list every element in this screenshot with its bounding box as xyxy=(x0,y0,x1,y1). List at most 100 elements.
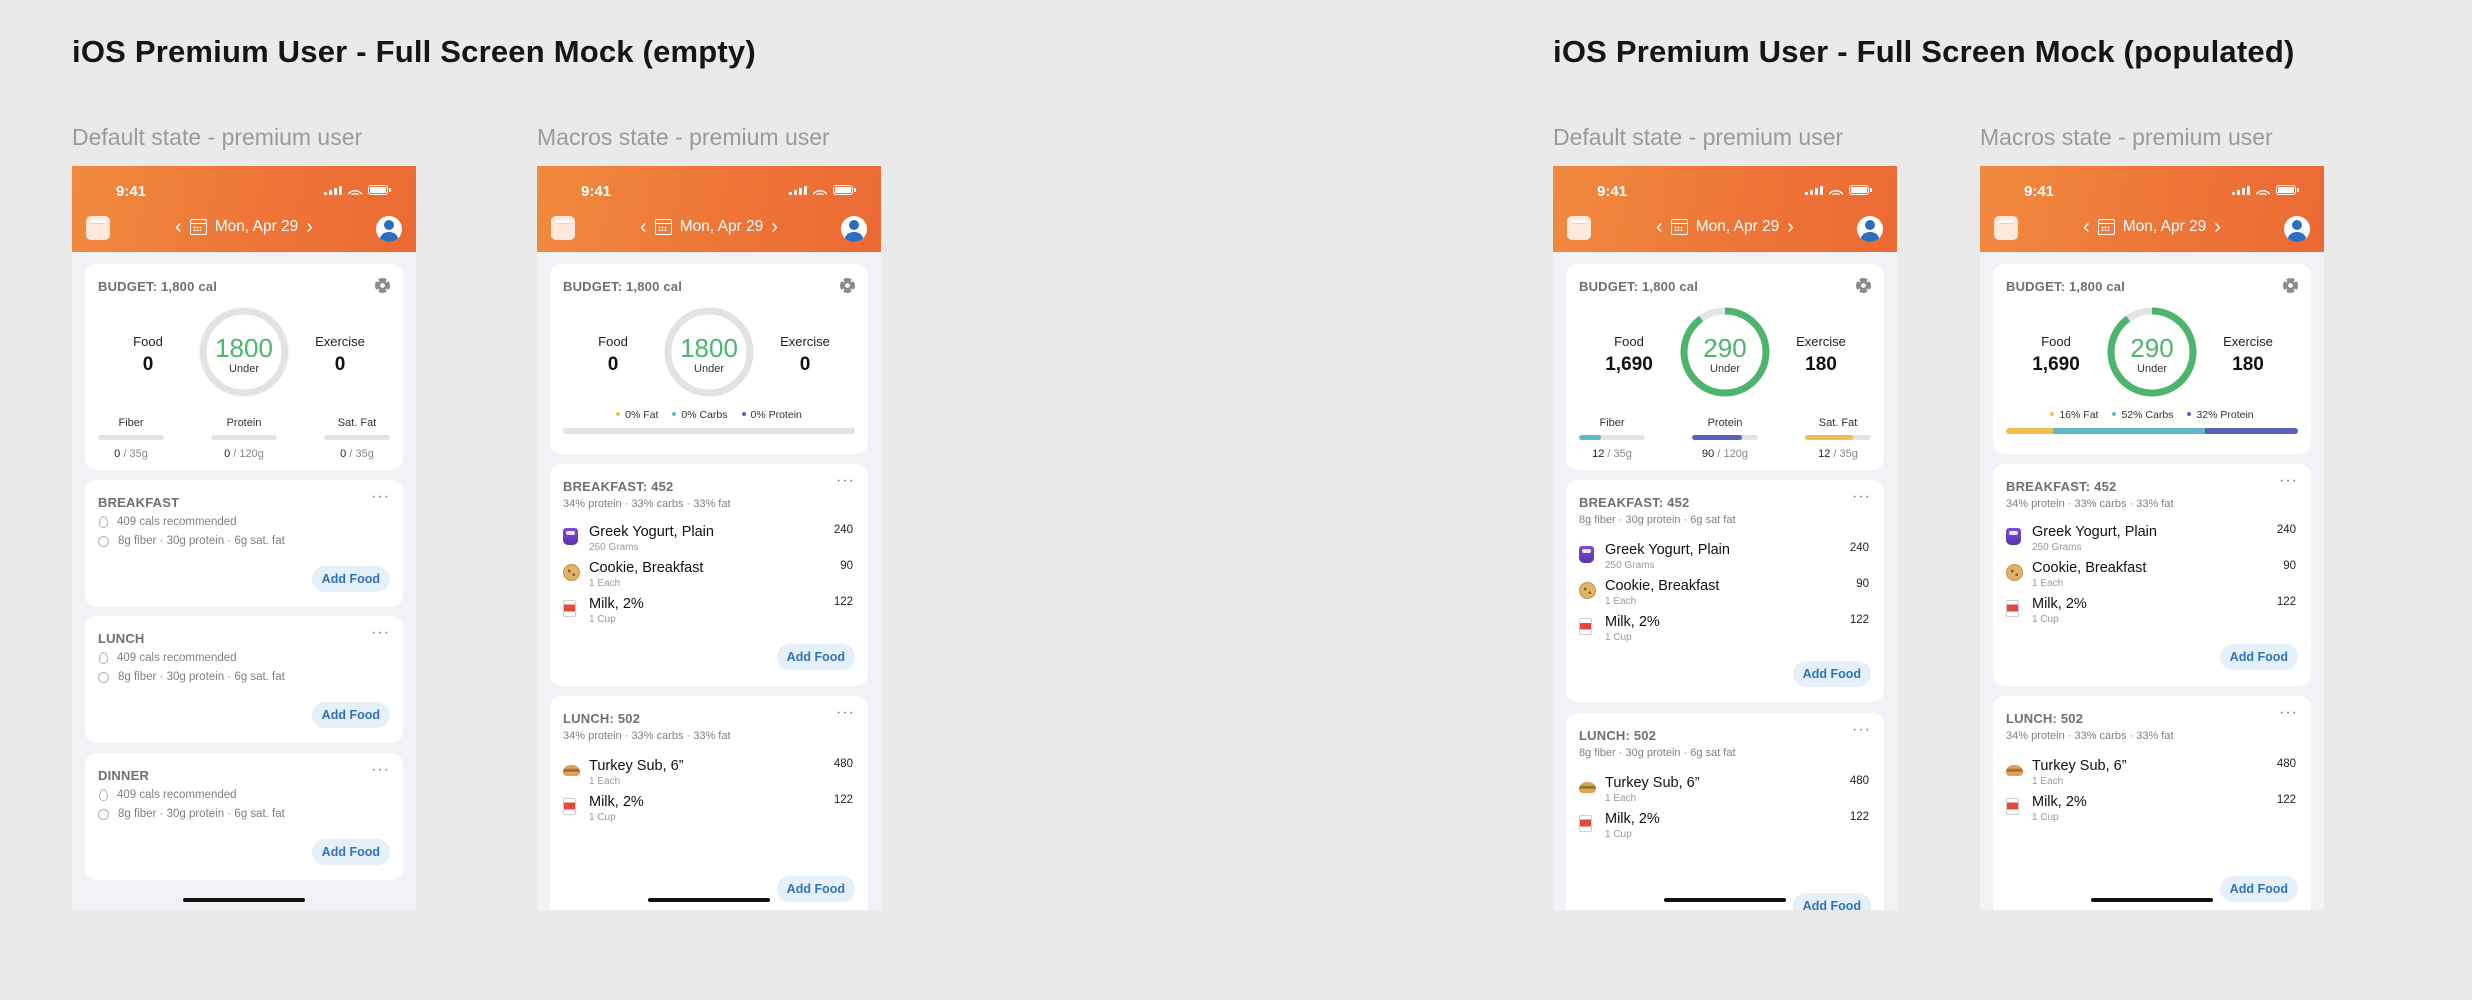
food-item[interactable]: Turkey Sub, 6” 1 Each 480 xyxy=(563,758,855,790)
more-options-icon[interactable]: ··· xyxy=(836,473,855,489)
carbs-legend: 0% Carbs xyxy=(672,409,728,421)
milk-icon xyxy=(563,600,576,617)
food-item[interactable]: Milk, 2% 1 Cup 122 xyxy=(563,794,855,826)
more-options-icon[interactable]: ··· xyxy=(371,625,390,641)
satfat-bar xyxy=(1805,435,1871,440)
chevron-left-icon[interactable]: ‹ xyxy=(175,217,182,237)
macro-bar xyxy=(2006,428,2298,434)
date-navigator: ‹ Mon, Apr 29 › xyxy=(537,217,881,237)
profile-avatar[interactable] xyxy=(2284,216,2310,242)
food-value: 1,690 xyxy=(1605,354,1653,375)
meal-macros: 34% protein · 33% carbs · 33% fat xyxy=(2006,730,2174,742)
profile-avatar[interactable] xyxy=(376,216,402,242)
calendar-icon[interactable] xyxy=(1670,219,1688,235)
calendar-icon[interactable] xyxy=(189,219,207,235)
meal-card-lunch[interactable]: LUNCH: 502 34% protein · 33% carbs · 33%… xyxy=(550,696,868,910)
meal-nutrients: 8g fiber · 30g protein · 6g sat fat xyxy=(1579,514,1736,526)
food-item[interactable]: Cookie, Breakfast 1 Each 90 xyxy=(2006,560,2298,592)
food-item[interactable]: Turkey Sub, 6” 1 Each 480 xyxy=(1579,775,1871,807)
food-item[interactable]: Cookie, Breakfast 1 Each 90 xyxy=(1579,578,1871,610)
profile-avatar[interactable] xyxy=(1857,216,1883,242)
chevron-right-icon[interactable]: › xyxy=(771,217,778,237)
date-label[interactable]: Mon, Apr 29 xyxy=(215,218,299,236)
food-item[interactable]: Milk, 2% 1 Cup 122 xyxy=(1579,811,1871,843)
add-food-button[interactable]: Add Food xyxy=(776,876,855,902)
food-item[interactable]: Greek Yogurt, Plain 250 Grams 240 xyxy=(563,524,855,556)
chevron-left-icon[interactable]: ‹ xyxy=(640,217,647,237)
protein-legend: 0% Protein xyxy=(741,409,802,421)
add-food-button[interactable]: Add Food xyxy=(776,644,855,670)
meal-card-lunch[interactable]: LUNCH ··· 409 cals recommended 8g fiber … xyxy=(85,616,403,743)
home-indicator[interactable] xyxy=(648,898,770,902)
food-calories: 480 xyxy=(2276,758,2296,770)
add-food-button[interactable]: Add Food xyxy=(311,702,390,728)
sandwich-icon xyxy=(563,765,580,776)
more-options-icon[interactable]: ··· xyxy=(2279,473,2298,489)
nutrient-recommendation: 8g fiber · 30g protein · 6g sat. fat xyxy=(98,808,285,820)
chevron-right-icon[interactable]: › xyxy=(1787,217,1794,237)
home-indicator[interactable] xyxy=(2091,898,2213,902)
meal-card-lunch[interactable]: LUNCH: 502 34% protein · 33% carbs · 33%… xyxy=(1993,696,2311,910)
more-options-icon[interactable]: ··· xyxy=(371,489,390,505)
protein-label: Protein xyxy=(1707,417,1743,429)
exercise-label: Exercise xyxy=(315,334,365,349)
meal-card-breakfast[interactable]: BREAKFAST ··· 409 cals recommended 8g fi… xyxy=(85,480,403,607)
meal-card-dinner[interactable]: DINNER ··· 409 cals recommended 8g fiber… xyxy=(85,753,403,880)
meal-card-lunch[interactable]: LUNCH: 502 8g fiber · 30g protein · 6g s… xyxy=(1566,713,1884,910)
exercise-stat: Exercise 0 xyxy=(300,334,380,376)
fat-legend: 0% Fat xyxy=(616,409,658,421)
food-item[interactable]: Greek Yogurt, Plain 250 Grams 240 xyxy=(2006,524,2298,556)
meal-title: LUNCH: 502 xyxy=(1579,728,1657,743)
food-item[interactable]: Greek Yogurt, Plain 250 Grams 240 xyxy=(1579,542,1871,574)
remaining-calories: 1800 xyxy=(680,333,738,363)
food-item[interactable]: Milk, 2% 1 Cup 122 xyxy=(2006,596,2298,628)
add-food-button[interactable]: Add Food xyxy=(1792,661,1871,687)
more-options-icon[interactable]: ··· xyxy=(2279,705,2298,721)
wifi-icon xyxy=(348,185,362,195)
date-label[interactable]: Mon, Apr 29 xyxy=(680,218,764,236)
remaining-calories: 290 xyxy=(2130,333,2174,363)
add-food-button[interactable]: Add Food xyxy=(1792,893,1871,910)
gear-icon[interactable] xyxy=(375,278,390,293)
more-options-icon[interactable]: ··· xyxy=(1852,489,1871,505)
date-label[interactable]: Mon, Apr 29 xyxy=(1696,218,1780,236)
food-name: Turkey Sub, 6” xyxy=(589,758,684,774)
phone-macros-populated: 9:41 ‹ Mon, Apr 29 › BUDGET: 1,800 cal F… xyxy=(1980,166,2324,910)
food-item[interactable]: Milk, 2% 1 Cup 122 xyxy=(563,596,855,628)
profile-avatar[interactable] xyxy=(841,216,867,242)
chevron-right-icon[interactable]: › xyxy=(2214,217,2221,237)
food-item[interactable]: Milk, 2% 1 Cup 122 xyxy=(2006,794,2298,826)
meal-card-breakfast[interactable]: BREAKFAST: 452 34% protein · 33% carbs ·… xyxy=(1993,464,2311,686)
food-value: 1,690 xyxy=(2032,354,2080,375)
chevron-right-icon[interactable]: › xyxy=(306,217,313,237)
more-options-icon[interactable]: ··· xyxy=(836,705,855,721)
add-food-button[interactable]: Add Food xyxy=(2219,644,2298,670)
gear-icon[interactable] xyxy=(2283,278,2298,293)
food-item[interactable]: Cookie, Breakfast 1 Each 90 xyxy=(563,560,855,592)
food-portion: 1 Each xyxy=(1605,793,1637,804)
protein-bar xyxy=(211,435,277,440)
food-name: Cookie, Breakfast xyxy=(1605,578,1720,594)
date-label[interactable]: Mon, Apr 29 xyxy=(2123,218,2207,236)
food-portion: 1 Each xyxy=(2032,776,2064,787)
gear-icon[interactable] xyxy=(840,278,855,293)
add-food-button[interactable]: Add Food xyxy=(311,839,390,865)
add-food-button[interactable]: Add Food xyxy=(2219,876,2298,902)
cellular-signal-icon xyxy=(789,185,807,195)
gear-icon[interactable] xyxy=(1856,278,1871,293)
chevron-left-icon[interactable]: ‹ xyxy=(2083,217,2090,237)
chevron-left-icon[interactable]: ‹ xyxy=(1656,217,1663,237)
home-indicator[interactable] xyxy=(183,898,305,902)
add-food-button[interactable]: Add Food xyxy=(311,566,390,592)
milk-icon xyxy=(1579,618,1592,635)
section-title-empty: iOS Premium User - Full Screen Mock (emp… xyxy=(72,34,756,69)
meal-card-breakfast[interactable]: BREAKFAST: 452 34% protein · 33% carbs ·… xyxy=(550,464,868,686)
home-indicator[interactable] xyxy=(1664,898,1786,902)
calendar-icon[interactable] xyxy=(2097,219,2115,235)
meal-card-breakfast[interactable]: BREAKFAST: 452 8g fiber · 30g protein · … xyxy=(1566,480,1884,702)
calendar-icon[interactable] xyxy=(654,219,672,235)
food-item[interactable]: Turkey Sub, 6” 1 Each 480 xyxy=(2006,758,2298,790)
more-options-icon[interactable]: ··· xyxy=(371,762,390,778)
more-options-icon[interactable]: ··· xyxy=(1852,722,1871,738)
food-item[interactable]: Milk, 2% 1 Cup 122 xyxy=(1579,614,1871,646)
